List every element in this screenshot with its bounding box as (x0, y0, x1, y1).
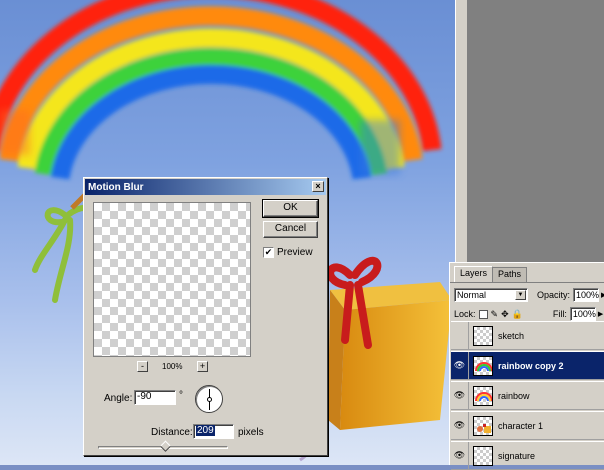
angle-value: -90 (137, 391, 152, 402)
layer-name: character 1 (498, 420, 544, 431)
close-icon[interactable]: × (312, 181, 324, 192)
layer-row-sketch[interactable]: sketch (451, 321, 604, 350)
tab-paths[interactable]: Paths (492, 267, 528, 282)
distance-unit: pixels (238, 427, 264, 438)
fill-arrow-icon[interactable]: ▶ (598, 310, 603, 318)
layers-panel-tabs: Layers Paths (450, 263, 604, 283)
preview-checkbox[interactable]: ✔ (263, 247, 274, 258)
dial-center (207, 397, 212, 402)
distance-value: 209 (196, 425, 215, 436)
eye-icon[interactable]: 👁 (451, 411, 469, 440)
dialog-title: Motion Blur (88, 181, 144, 193)
angle-label: Angle: (104, 393, 133, 404)
fill-label: Fill: (552, 309, 567, 319)
filter-preview[interactable] (93, 202, 251, 357)
opacity-field[interactable]: 100% (573, 288, 599, 302)
angle-unit: ° (179, 390, 183, 401)
lock-brush-icon[interactable]: ✎ (491, 309, 499, 320)
fill-field[interactable]: 100% (569, 307, 596, 321)
eye-icon[interactable]: 👁 (451, 381, 469, 410)
preview-label: Preview (277, 247, 313, 258)
distance-input[interactable]: 209 (193, 424, 234, 439)
lock-label: Lock: (454, 309, 476, 319)
layer-row-signature[interactable]: 👁 signature (451, 441, 604, 470)
motion-blur-dialog: Motion Blur × OK Cancel ✔ Preview - 100%… (83, 177, 328, 456)
distance-label: Distance: (151, 427, 193, 438)
layers-panel: Layers Paths Normal ▼ Opacity: 100% ▶ Lo… (449, 262, 604, 470)
zoom-in-button[interactable]: + (197, 361, 208, 372)
opacity-value: 100% (576, 290, 600, 300)
layer-thumbnail (473, 355, 493, 376)
layer-name: signature (498, 450, 536, 461)
tab-layers[interactable]: Layers (454, 266, 494, 282)
visibility-toggle-empty[interactable] (451, 321, 469, 350)
blend-mode-select[interactable]: Normal ▼ (454, 288, 528, 302)
layer-thumbnail (473, 415, 493, 436)
eye-icon[interactable]: 👁 (451, 351, 469, 380)
layer-name: sketch (498, 330, 525, 341)
rainbow-thumb-icon (475, 361, 492, 371)
layer-row-character-1[interactable]: 👁 character 1 (451, 411, 604, 440)
character-thumb-icon (477, 423, 491, 433)
fill-value: 100% (572, 309, 596, 319)
dialog-titlebar[interactable]: Motion Blur × (85, 179, 326, 195)
layer-name: rainbow (498, 390, 530, 401)
ok-button[interactable]: OK (262, 199, 319, 218)
zoom-level: 100% (162, 362, 183, 371)
workspace-background (455, 0, 604, 262)
layer-thumbnail (473, 325, 493, 346)
rainbow-thumb-icon (475, 391, 492, 401)
layer-thumbnail (473, 385, 493, 406)
zoom-out-button[interactable]: - (137, 361, 148, 372)
cancel-button[interactable]: Cancel (263, 221, 318, 238)
lock-all-icon[interactable]: 🔒 (512, 309, 523, 320)
layer-name: rainbow copy 2 (498, 360, 564, 371)
eye-icon[interactable]: 👁 (451, 441, 469, 470)
canvas-scrollbar[interactable] (455, 0, 468, 262)
opacity-label: Opacity: (537, 290, 571, 300)
blend-mode-value: Normal (457, 290, 487, 300)
lock-transparency-icon[interactable] (478, 309, 488, 319)
layer-row-rainbow[interactable]: 👁 rainbow (451, 381, 604, 410)
lock-move-icon[interactable]: ✥ (501, 309, 509, 320)
chevron-down-icon: ▼ (515, 290, 526, 300)
layer-row-rainbow-copy-2[interactable]: 👁 rainbow copy 2 (451, 351, 604, 380)
layer-thumbnail (473, 445, 493, 466)
angle-dial[interactable] (195, 385, 223, 413)
angle-input[interactable]: -90 (134, 390, 176, 405)
